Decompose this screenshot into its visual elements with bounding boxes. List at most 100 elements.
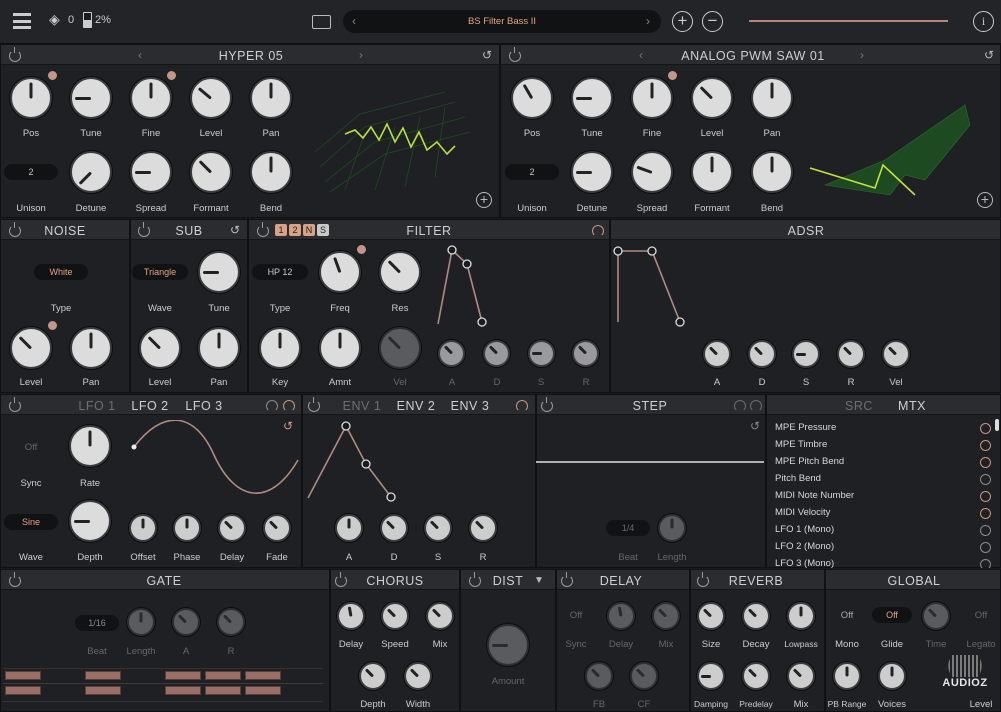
filter-env-a-knob[interactable] xyxy=(438,340,465,367)
osc2-prev-icon[interactable]: ‹ xyxy=(639,48,643,62)
osc1-level-knob[interactable] xyxy=(190,77,232,119)
filter-envelope-graph[interactable] xyxy=(432,244,492,328)
osc2-pan-knob[interactable] xyxy=(751,77,793,119)
info-icon[interactable]: i xyxy=(973,11,994,32)
mtx-item-6[interactable]: LFO 1 (Mono) xyxy=(775,524,834,535)
mtx-item-1-assign-icon[interactable] xyxy=(980,440,991,451)
reverb-damping-knob[interactable] xyxy=(697,662,725,690)
osc1-unison-value[interactable]: 2 xyxy=(4,164,58,180)
osc1-pos-mod-dot[interactable] xyxy=(48,71,57,80)
lfo-shape-graph[interactable] xyxy=(122,420,300,495)
dist-mode-dropdown-icon[interactable]: ▼ xyxy=(534,574,544,588)
gate-step[interactable] xyxy=(245,686,281,695)
gate-pattern[interactable] xyxy=(3,668,323,702)
filter-type-value[interactable]: HP 12 xyxy=(252,264,308,280)
preset-browser[interactable]: ‹ BS Filter Bass II › xyxy=(343,10,661,33)
adsr-s-knob[interactable] xyxy=(792,340,820,368)
adsr-r-knob[interactable] xyxy=(837,340,865,368)
chorus-speed-knob[interactable] xyxy=(381,602,409,630)
osc2-reset-icon[interactable]: ↺ xyxy=(984,48,994,62)
osc1-fine-knob[interactable] xyxy=(130,77,172,119)
osc2-tune-knob[interactable] xyxy=(571,77,613,119)
mtx-item-5-assign-icon[interactable] xyxy=(980,508,991,519)
noise-level-mod-dot[interactable] xyxy=(48,321,57,330)
gate-step[interactable] xyxy=(5,686,41,695)
osc1-spread-knob[interactable] xyxy=(130,151,172,193)
reverb-decay-knob[interactable] xyxy=(742,602,770,630)
step-retrig-icon[interactable] xyxy=(734,400,746,412)
osc2-spread-knob[interactable] xyxy=(631,151,673,193)
noise-type-value[interactable]: White xyxy=(34,264,88,280)
mtx-item-4-assign-icon[interactable] xyxy=(980,491,991,502)
filter-env-mod-icon[interactable] xyxy=(592,225,604,237)
mtx-item-4[interactable]: MIDI Note Number xyxy=(775,490,854,501)
osc2-bend-knob[interactable] xyxy=(751,151,793,193)
mtx-item-2-assign-icon[interactable] xyxy=(980,457,991,468)
lfo-sync-value[interactable]: Off xyxy=(25,442,38,453)
filter-env-s-knob[interactable] xyxy=(528,340,555,367)
gate-beat-value[interactable]: 1/16 xyxy=(75,615,119,631)
gate-a-knob[interactable] xyxy=(172,608,200,636)
osc1-bend-knob[interactable] xyxy=(250,151,292,193)
step-length-knob[interactable] xyxy=(658,514,686,542)
dist-amount-knob[interactable] xyxy=(487,624,529,666)
osc2-power-icon[interactable] xyxy=(509,47,521,62)
next-preset-icon[interactable]: › xyxy=(646,14,650,28)
mtx-item-0-assign-icon[interactable] xyxy=(980,423,991,434)
env-d-knob[interactable] xyxy=(380,514,408,542)
lfo-offset-knob[interactable] xyxy=(129,514,157,542)
lfo-reset-icon[interactable]: ↺ xyxy=(283,419,293,433)
osc2-next-icon[interactable]: › xyxy=(860,48,864,62)
noise-pan-knob[interactable] xyxy=(70,327,112,369)
mtx-tab-mtx[interactable]: MTX xyxy=(898,399,926,413)
env-a-knob[interactable] xyxy=(335,514,363,542)
step-mod-icon[interactable] xyxy=(750,400,762,412)
noise-power-icon[interactable] xyxy=(9,222,21,237)
adsr-envelope-graph[interactable] xyxy=(608,244,692,328)
save-preset-icon[interactable]: + xyxy=(672,11,693,32)
adsr-vel-knob[interactable] xyxy=(882,340,910,368)
chorus-depth-knob[interactable] xyxy=(359,662,387,690)
remove-preset-icon[interactable]: − xyxy=(702,11,723,32)
delay-power-icon[interactable] xyxy=(561,572,573,587)
filter-routing[interactable]: 12NS xyxy=(275,224,331,236)
osc1-formant-knob[interactable] xyxy=(190,151,232,193)
env-power-icon[interactable] xyxy=(308,397,320,412)
lfo-delay-knob[interactable] xyxy=(218,514,246,542)
filter-route-2[interactable]: 2 xyxy=(289,224,301,236)
filter-level-knob[interactable] xyxy=(259,327,301,369)
noise-level-knob[interactable] xyxy=(10,327,52,369)
lfo-rate-knob[interactable] xyxy=(69,425,111,467)
osc1-detune-knob[interactable] xyxy=(70,151,112,193)
sub-pan-knob[interactable] xyxy=(198,327,240,369)
step-reset-icon[interactable]: ↺ xyxy=(750,419,760,433)
filter-res-knob[interactable] xyxy=(379,251,421,293)
lfo-fade-knob[interactable] xyxy=(263,514,291,542)
reverb-predelay-knob[interactable] xyxy=(742,662,770,690)
osc2-add-icon[interactable]: + xyxy=(977,192,993,208)
osc1-fine-mod-dot[interactable] xyxy=(167,71,176,80)
gate-length-knob[interactable] xyxy=(127,608,155,636)
osc1-tune-knob[interactable] xyxy=(70,77,112,119)
gate-step[interactable] xyxy=(165,686,201,695)
env-shape-graph[interactable] xyxy=(302,420,402,502)
mtx-item-1[interactable]: MPE Timbre xyxy=(775,439,827,450)
chorus-mix-knob[interactable] xyxy=(426,602,454,630)
osc1-title[interactable]: HYPER 05 xyxy=(219,49,283,63)
filter-vel-knob[interactable] xyxy=(379,327,421,369)
adsr-a-knob[interactable] xyxy=(703,340,731,368)
osc2-fine-knob[interactable] xyxy=(631,77,673,119)
global-time-knob[interactable] xyxy=(922,602,950,630)
filter-route-1[interactable]: 1 xyxy=(275,224,287,236)
env-mod-icon[interactable] xyxy=(516,400,528,412)
delay-sync-value[interactable]: Off xyxy=(570,610,583,621)
mtx-scrollbar[interactable] xyxy=(995,419,999,431)
env-r-knob[interactable] xyxy=(469,514,497,542)
lfo-tab-2[interactable]: LFO 2 xyxy=(131,399,168,413)
lfo-wave-value[interactable]: Sine xyxy=(4,514,58,530)
lfo-tab-1[interactable]: LFO 1 xyxy=(78,399,115,413)
osc1-pan-knob[interactable] xyxy=(250,77,292,119)
filter-freq-mod-dot[interactable] xyxy=(357,245,366,254)
reverb-lowpass-knob[interactable] xyxy=(787,602,815,630)
mtx-source-list[interactable]: MPE Pressure MPE Timbre MPE Pitch Bend P… xyxy=(766,418,1001,568)
